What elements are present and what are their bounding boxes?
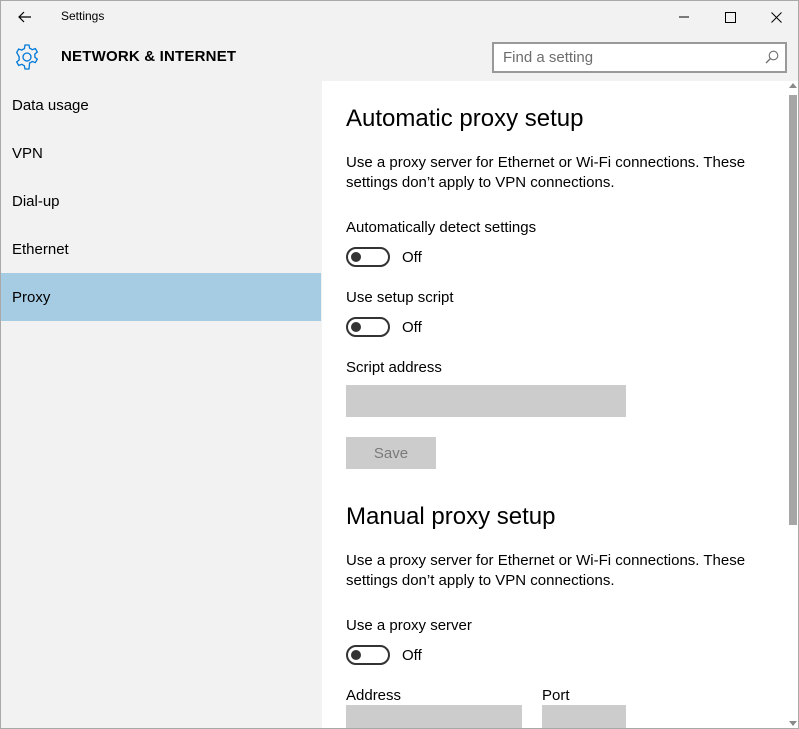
window-title: Settings: [61, 9, 105, 23]
sidebar-item-label: Ethernet: [12, 240, 69, 258]
page-header: NETWORK & INTERNET: [1, 33, 798, 81]
scroll-thumb[interactable]: [789, 95, 797, 525]
minimize-button[interactable]: [661, 1, 707, 33]
title-bar: Settings: [1, 1, 798, 33]
setup-script-label: Use setup script: [346, 289, 454, 306]
minimize-icon: [679, 16, 689, 18]
sidebar-item-label: VPN: [12, 144, 43, 162]
settings-window: Settings NETWORK & INTERNET Find a setti…: [0, 0, 799, 729]
close-button[interactable]: [753, 1, 798, 33]
search-box[interactable]: [492, 42, 787, 73]
script-address-field[interactable]: [346, 385, 626, 417]
sidebar-nav: Data usage VPN Dial-up Ethernet Proxy: [1, 81, 321, 728]
search-icon[interactable]: [765, 50, 779, 64]
use-proxy-state: Off: [402, 646, 422, 664]
setup-script-state: Off: [402, 318, 422, 336]
use-proxy-toggle-row: Off: [346, 645, 422, 665]
toggle-knob: [351, 322, 361, 332]
sidebar-item-label: Data usage: [12, 96, 89, 114]
proxy-address-field[interactable]: [346, 705, 522, 728]
proxy-port-field[interactable]: [542, 705, 626, 728]
sidebar-item-label: Proxy: [12, 288, 51, 306]
manual-proxy-heading: Manual proxy setup: [346, 503, 556, 530]
detect-settings-toggle[interactable]: [346, 247, 390, 267]
sidebar-item-dial-up[interactable]: Dial-up: [1, 177, 321, 225]
section-title: NETWORK & INTERNET: [61, 48, 237, 65]
sidebar-item-proxy[interactable]: Proxy: [1, 273, 321, 321]
detect-settings-label: Automatically detect settings: [346, 219, 537, 236]
gear-icon: [15, 44, 39, 70]
scroll-down-arrow-icon[interactable]: [789, 721, 797, 726]
use-proxy-label: Use a proxy server: [346, 617, 472, 634]
content-scrollbar[interactable]: [787, 81, 798, 728]
detect-settings-toggle-row: Off: [346, 247, 422, 267]
save-button[interactable]: Save: [346, 437, 436, 469]
proxy-settings-panel: Automatic proxy setup Use a proxy server…: [322, 81, 787, 728]
close-icon: [770, 11, 782, 23]
automatic-proxy-description: Use a proxy server for Ethernet or Wi-Fi…: [346, 154, 746, 191]
detect-settings-state: Off: [402, 248, 422, 266]
proxy-port-label: Port: [542, 687, 570, 704]
back-arrow-icon: [18, 11, 31, 23]
script-address-label: Script address: [346, 359, 442, 376]
maximize-button[interactable]: [707, 1, 753, 33]
sidebar-item-vpn[interactable]: VPN: [1, 129, 321, 177]
sidebar-item-data-usage[interactable]: Data usage: [1, 81, 321, 129]
scroll-up-arrow-icon[interactable]: [789, 83, 797, 88]
sidebar-item-label: Dial-up: [12, 192, 60, 210]
back-button[interactable]: [1, 1, 49, 33]
setup-script-toggle[interactable]: [346, 317, 390, 337]
setup-script-toggle-row: Off: [346, 317, 422, 337]
maximize-icon: [724, 11, 736, 23]
use-proxy-toggle[interactable]: [346, 645, 390, 665]
toggle-knob: [351, 650, 361, 660]
toggle-knob: [351, 252, 361, 262]
sidebar-item-ethernet[interactable]: Ethernet: [1, 225, 321, 273]
manual-proxy-description: Use a proxy server for Ethernet or Wi-Fi…: [346, 552, 746, 589]
automatic-proxy-heading: Automatic proxy setup: [346, 105, 584, 132]
search-input[interactable]: [494, 44, 759, 71]
proxy-address-label: Address: [346, 687, 402, 704]
